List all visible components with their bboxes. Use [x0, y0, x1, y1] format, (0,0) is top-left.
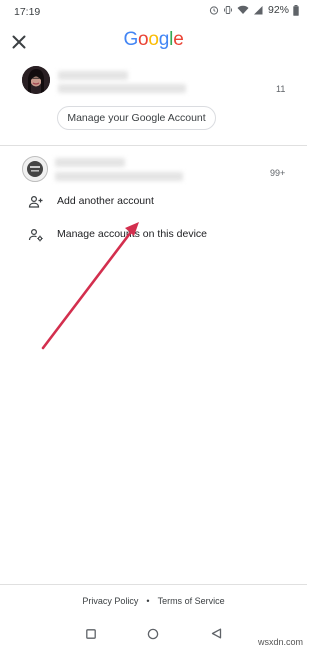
add-account-label: Add another account [57, 195, 154, 207]
battery-percent: 92% [267, 4, 289, 16]
account-email-redacted [55, 172, 183, 181]
add-account-row[interactable]: Add another account [0, 188, 307, 216]
notification-count: 11 [276, 84, 286, 94]
manage-accounts-icon [28, 228, 43, 242]
recents-icon[interactable] [86, 629, 96, 639]
battery-icon [293, 4, 299, 16]
signal-icon [253, 6, 263, 15]
vibrate-icon [224, 6, 232, 14]
google-logo: Google [0, 29, 307, 51]
manage-account-button[interactable]: Manage your Google Account [57, 106, 216, 130]
status-icons: 92% [209, 4, 299, 16]
logo-letter: g [158, 29, 170, 50]
avatar-secondary[interactable] [22, 156, 48, 182]
account-email-redacted [58, 84, 186, 93]
status-time: 17:19 [14, 6, 41, 18]
avatar-primary[interactable] [22, 66, 50, 94]
privacy-policy-link[interactable]: Privacy Policy [82, 596, 138, 606]
home-icon[interactable] [147, 628, 159, 640]
terms-of-service-link[interactable]: Terms of Service [158, 596, 225, 606]
status-bar: 17:19 92% [0, 0, 307, 24]
logo-letter: o [138, 29, 149, 50]
wifi-icon [237, 5, 249, 14]
watermark: wsxdn.com [257, 637, 303, 647]
account-name-redacted [58, 71, 128, 80]
footer: Privacy Policy • Terms of Service [0, 596, 307, 606]
divider [0, 145, 307, 146]
manage-accounts-label: Manage accounts on this device [57, 228, 208, 240]
footer-separator: • [146, 596, 150, 606]
account-name-redacted [55, 158, 125, 167]
notification-count: 99+ [270, 168, 286, 178]
back-icon[interactable] [211, 628, 222, 639]
footer-divider [0, 584, 307, 585]
logo-letter: G [123, 29, 139, 50]
alarm-icon [209, 6, 219, 15]
annotation-arrow [41, 222, 139, 350]
add-person-icon [28, 195, 43, 208]
logo-letter: o [148, 29, 159, 50]
manage-accounts-row[interactable]: Manage accounts on this device [0, 221, 307, 249]
logo-letter: e [173, 29, 184, 50]
